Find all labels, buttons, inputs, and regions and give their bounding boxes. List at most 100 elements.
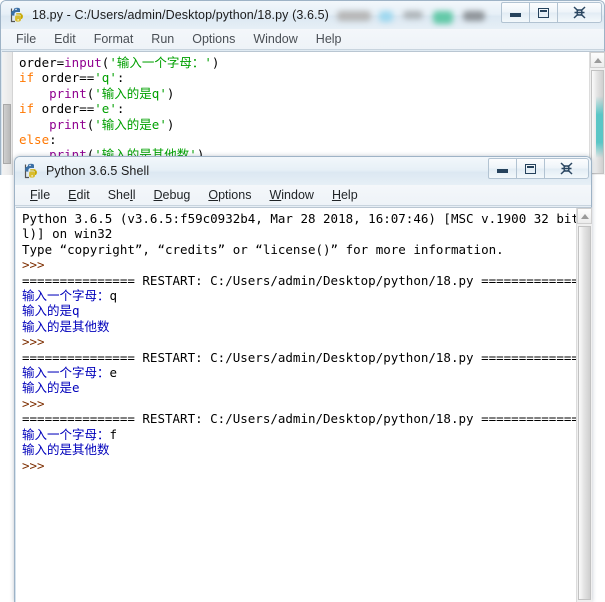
shell-menu-file[interactable]: File: [21, 186, 59, 205]
text-run: =============== RESTART: C:/Users/admin/…: [22, 272, 592, 288]
menu-mnemonic: F: [30, 187, 38, 202]
editor-scroll-up-button[interactable]: [590, 52, 605, 68]
shell-menu-edit[interactable]: Edit: [59, 186, 99, 205]
text-run: else: [19, 132, 50, 148]
text-run: 'q': [94, 70, 117, 86]
menu-options[interactable]: Options: [183, 30, 244, 49]
text-run: 输入一个字母：: [22, 426, 110, 442]
close-button[interactable]: [544, 158, 589, 179]
aero-glow-edge: [596, 96, 603, 158]
shell-menu-shell[interactable]: Shell: [99, 186, 145, 205]
text-run: e: [109, 365, 118, 381]
maximize-icon: [525, 163, 536, 174]
minimize-button[interactable]: [501, 2, 530, 23]
editor-left-scroll-thumb[interactable]: [3, 104, 11, 164]
menu-mnemonic: W: [269, 187, 282, 202]
text-run: >>>: [22, 257, 45, 273]
text-run: ): [166, 85, 175, 101]
shell-window-controls[interactable]: [488, 158, 589, 180]
shell-menubar[interactable]: File Edit Shell Debug Options Window Help: [15, 185, 591, 206]
text-run: '输入的是q': [94, 85, 167, 101]
editor-window-controls[interactable]: [501, 2, 602, 24]
text-run: f: [109, 426, 118, 442]
shell-scroll-thumb[interactable]: [578, 226, 591, 600]
editor-window[interactable]: 18.py - C:/Users/admin/Desktop/python/18…: [0, 0, 605, 175]
text-run: 输入一个字母：: [22, 288, 110, 304]
menu-format[interactable]: Format: [85, 30, 143, 49]
text-run: '输入的是e': [94, 116, 167, 132]
close-button[interactable]: [557, 2, 602, 23]
maximize-button[interactable]: [516, 158, 545, 179]
text-run: :: [116, 101, 125, 117]
editor-title: 18.py - C:/Users/admin/Desktop/python/18…: [32, 8, 329, 22]
python-idle-icon: [9, 6, 27, 24]
text-run: order=: [19, 55, 65, 70]
text-run: print: [49, 116, 87, 132]
text-run: ): [211, 55, 220, 70]
menu-mnemonic: H: [331, 187, 341, 202]
menu-mnemonic: E: [68, 187, 77, 202]
editor-left-scrollbar[interactable]: [2, 52, 13, 175]
text-run: =============== RESTART: C:/Users/admin/…: [22, 349, 592, 365]
close-icon: [573, 6, 586, 19]
text-run: 输入一个字母：: [22, 365, 110, 381]
menu-help[interactable]: Help: [307, 30, 351, 49]
text-run: 输入的是其他数: [22, 318, 110, 334]
text-run: Type “copyright”, “credits” or “license(…: [22, 241, 504, 257]
shell-text-area[interactable]: Python 3.6.5 (v3.6.5:f59c0932b4, Mar 28 …: [16, 207, 592, 602]
text-run: input: [64, 55, 102, 70]
menu-file[interactable]: File: [7, 30, 45, 49]
menu-mnemonic: O: [208, 187, 219, 202]
shell-window[interactable]: Python 3.6.5 Shell File Edit Shell Debug Opt…: [14, 156, 592, 602]
text-run: if: [19, 101, 35, 117]
screen: 18.py - C:/Users/admin/Desktop/python/18…: [0, 0, 605, 602]
chevron-up-icon: [580, 213, 589, 219]
editor-menubar[interactable]: File Edit Format Run Options Window Help: [1, 29, 604, 50]
text-run: '输入一个字母：': [109, 55, 212, 70]
minimize-button[interactable]: [488, 158, 517, 179]
editor-code-content[interactable]: order=input('输入一个字母：') if order=='q': pr…: [13, 52, 605, 163]
text-run: >>>: [22, 334, 45, 350]
titlebar-blurred-overlay: [333, 7, 485, 25]
text-run: q: [109, 288, 118, 304]
chevron-up-icon: [593, 57, 602, 63]
text-run: Python 3.6.5 (v3.6.5:f59c0932b4, Mar 28 …: [22, 211, 592, 226]
menu-edit[interactable]: Edit: [45, 30, 85, 49]
editor-titlebar[interactable]: 18.py - C:/Users/admin/Desktop/python/18…: [1, 1, 604, 29]
text-run: order==: [34, 70, 95, 86]
maximize-icon: [538, 7, 549, 18]
menu-run[interactable]: Run: [142, 30, 183, 49]
text-run: ): [166, 116, 175, 132]
menu-mnemonic: l: [129, 187, 133, 202]
menu-mnemonic: D: [153, 187, 163, 202]
text-run: 输入的是q: [22, 303, 80, 319]
close-icon: [560, 162, 573, 175]
shell-menu-window[interactable]: Window: [260, 186, 322, 205]
text-run: 输入的是其他数: [22, 442, 110, 458]
menu-window[interactable]: Window: [244, 30, 306, 49]
shell-menu-help[interactable]: Help: [323, 186, 367, 205]
text-run: print: [49, 85, 87, 101]
text-run: order==: [34, 101, 95, 117]
shell-menu-debug[interactable]: Debug: [145, 186, 200, 205]
shell-vertical-scrollbar[interactable]: [576, 208, 592, 602]
text-run: :: [116, 70, 125, 86]
shell-scroll-up-button[interactable]: [577, 208, 592, 224]
text-run: [19, 117, 49, 132]
minimize-icon: [510, 13, 521, 17]
text-run: l)] on win32: [22, 226, 113, 242]
shell-title: Python 3.6.5 Shell: [46, 164, 150, 178]
text-run: 输入的是e: [22, 380, 80, 396]
shell-output-content[interactable]: Python 3.6.5 (v3.6.5:f59c0932b4, Mar 28 …: [16, 208, 592, 473]
text-run: if: [19, 70, 35, 86]
minimize-icon: [497, 169, 508, 173]
shell-titlebar[interactable]: Python 3.6.5 Shell: [15, 157, 591, 185]
text-run: [19, 86, 49, 101]
python-idle-icon: [23, 162, 41, 180]
text-run: 'e': [94, 101, 117, 117]
maximize-button[interactable]: [529, 2, 558, 23]
shell-menu-options[interactable]: Options: [199, 186, 260, 205]
text-run: =============== RESTART: C:/Users/admin/…: [22, 411, 592, 427]
text-run: >>>: [22, 395, 45, 411]
text-run: :: [49, 132, 57, 148]
